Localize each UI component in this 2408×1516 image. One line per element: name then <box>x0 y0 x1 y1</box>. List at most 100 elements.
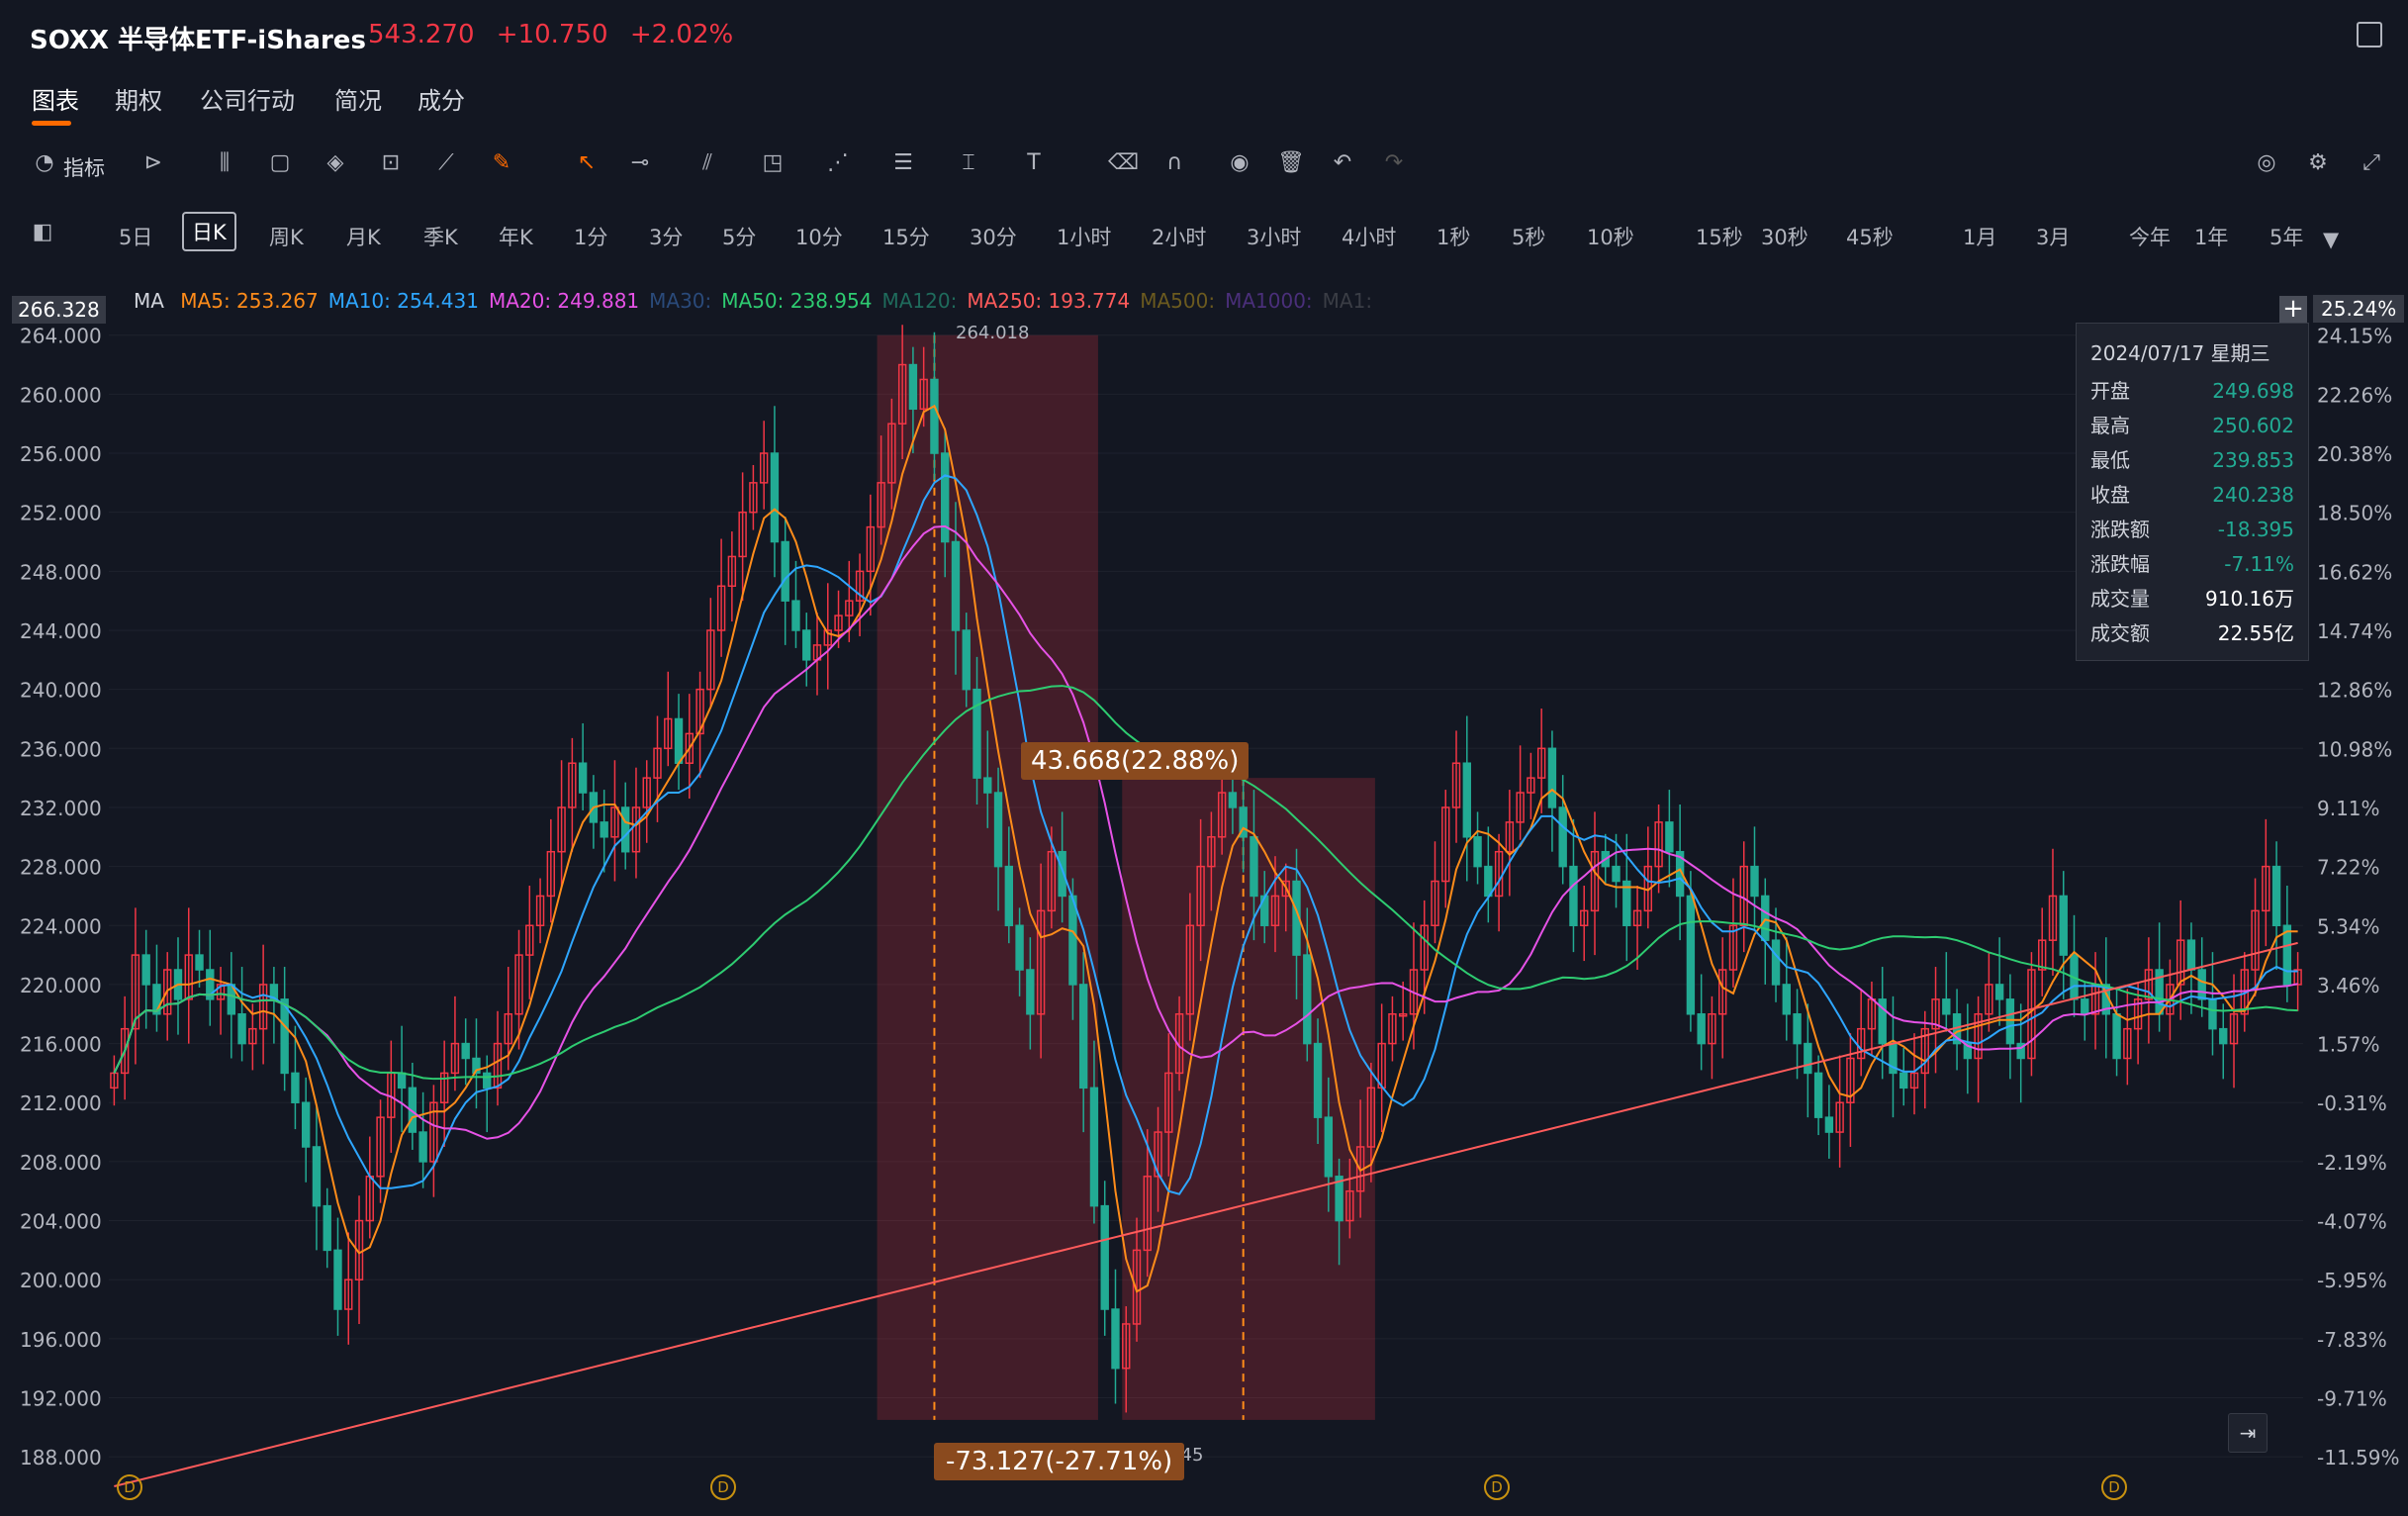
replay-icon[interactable]: ⊳ <box>139 148 168 178</box>
info-value: 22.55亿 <box>2217 621 2294 645</box>
tab-profile[interactable]: 简况 <box>334 81 382 116</box>
indicator-label[interactable]: 指标 <box>63 152 105 182</box>
magnet-icon[interactable]: ∩ <box>1159 148 1189 178</box>
fullscreen-icon[interactable]: ⤢ <box>2357 148 2386 178</box>
ma-legend-item[interactable]: MA120: <box>881 289 957 313</box>
period-20[interactable]: 30秒 <box>1761 222 1808 251</box>
sidebar-toggle-icon[interactable]: ◧ <box>28 218 57 247</box>
ma-legend-item[interactable]: MA10: 254.431 <box>328 289 479 313</box>
period-more-caret-icon[interactable]: ▼ <box>2323 228 2339 251</box>
info-row: 开盘 249.698 <box>2090 374 2294 409</box>
period-10[interactable]: 15分 <box>882 222 930 251</box>
eraser-icon[interactable]: ⌫ <box>1108 148 1139 178</box>
period-12[interactable]: 1小时 <box>1057 222 1111 251</box>
gear-icon[interactable]: ⚙ <box>2303 148 2333 178</box>
chart-type-icon[interactable]: ⟋ <box>431 148 461 178</box>
ma-legend-item[interactable]: MA30: <box>649 289 711 313</box>
ma-legend-item[interactable]: MA1: <box>1323 289 1372 313</box>
measure-down-label[interactable]: -73.127(-27.71%) <box>934 1443 1185 1480</box>
fib-tool-icon[interactable]: ☰ <box>888 148 918 178</box>
candle-body <box>1026 969 1035 1015</box>
candle-body <box>983 777 992 794</box>
period-9[interactable]: 10分 <box>795 222 843 251</box>
drawing-toolbar: ◔ 指标 ⊳ ⫼ ▢ ◈ ⊡ ⟋ ✎ ↖ ⊸ ⫽ ◳ ⋰ ☰ ⌶ T ⌫ ∩ ◉… <box>0 139 2408 190</box>
period-16[interactable]: 1秒 <box>1436 222 1470 251</box>
candle-body <box>908 363 918 411</box>
period-15[interactable]: 4小时 <box>1342 222 1396 251</box>
ma-legend-item[interactable]: MA20: 249.881 <box>489 289 639 313</box>
candle-type-icon[interactable]: ⫼ <box>210 148 239 178</box>
period-6[interactable]: 1分 <box>574 222 607 251</box>
undo-icon[interactable]: ↶ <box>1328 148 1357 178</box>
shape-tool-icon[interactable]: ◳ <box>758 148 787 178</box>
period-17[interactable]: 5秒 <box>1512 222 1545 251</box>
camera-icon[interactable]: ◎ <box>2252 148 2281 178</box>
chart-area[interactable]: 264.000 24.15% 260.000 22.26% 256.000 20.38% 2… <box>0 269 2408 1516</box>
period-23[interactable]: 3月 <box>2036 222 2070 251</box>
period-0[interactable]: 5日 <box>119 222 152 251</box>
period-18[interactable]: 10秒 <box>1587 222 1634 251</box>
dividend-marker[interactable]: D <box>710 1474 736 1500</box>
text-tool-icon[interactable]: T <box>1019 148 1049 178</box>
brush-tool-icon[interactable]: ⫽ <box>693 148 722 178</box>
period-8[interactable]: 5分 <box>722 222 756 251</box>
period-14[interactable]: 3小时 <box>1247 222 1301 251</box>
add-alert-button[interactable]: + <box>2279 296 2307 324</box>
measure-tool-icon[interactable]: ⌶ <box>954 148 983 178</box>
ma-legend-item[interactable]: MA5: 253.267 <box>180 289 318 313</box>
compare-icon[interactable]: ⊡ <box>376 148 406 178</box>
crosshair-pct-label: 25.24% <box>2313 295 2405 323</box>
pct-tick-label: 5.34% <box>2317 914 2380 938</box>
cursor-icon[interactable]: ↖ <box>572 148 602 178</box>
ohlc-info-panel: 2024/07/17 星期三 开盘 249.698 最高 250.602 最低 239.8… <box>2076 323 2309 661</box>
pattern-tool-icon[interactable]: ⋰ <box>823 148 853 178</box>
line-tool-icon[interactable]: ⊸ <box>625 148 655 178</box>
ma-legend-item[interactable]: MA250: 193.774 <box>967 289 1130 313</box>
dividend-marker[interactable]: D <box>117 1474 142 1500</box>
ma-legend-item[interactable]: MA500: <box>1140 289 1215 313</box>
indicator-icon[interactable]: ◔ <box>30 148 59 178</box>
ma-legend-item[interactable]: MA50: 238.954 <box>721 289 872 313</box>
redo-icon[interactable]: ↷ <box>1379 148 1409 178</box>
info-label: 成交额 <box>2090 621 2150 645</box>
period-25[interactable]: 1年 <box>2194 222 2228 251</box>
candle-body <box>993 792 1003 868</box>
period-19[interactable]: 15秒 <box>1696 222 1743 251</box>
info-label: 最低 <box>2090 448 2130 472</box>
period-11[interactable]: 30分 <box>970 222 1017 251</box>
tab-chart[interactable]: 图表 <box>32 81 79 116</box>
measure-up-label[interactable]: 43.668(22.88%) <box>1021 742 1250 780</box>
period-2[interactable]: 周K <box>269 222 304 251</box>
period-5[interactable]: 年K <box>499 222 533 251</box>
period-13[interactable]: 2小时 <box>1152 222 1206 251</box>
pct-tick-label: -7.83% <box>2317 1328 2387 1352</box>
info-label: 成交量 <box>2090 587 2150 611</box>
ma-legend-title[interactable]: MA <box>134 289 164 313</box>
period-3[interactable]: 月K <box>346 222 381 251</box>
trash-icon[interactable]: 🗑 <box>1276 148 1306 178</box>
candle-body <box>2112 1013 2121 1060</box>
dividend-marker[interactable]: D <box>1484 1474 1510 1500</box>
ma-legend-item[interactable]: MA1000: <box>1225 289 1313 313</box>
period-1[interactable]: 日K <box>182 212 236 251</box>
period-22[interactable]: 1月 <box>1963 222 1996 251</box>
period-21[interactable]: 45秒 <box>1846 222 1894 251</box>
layers-icon[interactable]: ◈ <box>321 148 350 178</box>
info-label: 涨跌额 <box>2090 518 2150 541</box>
tab-options[interactable]: 期权 <box>115 81 162 116</box>
pencil-icon[interactable]: ✎ <box>487 148 516 178</box>
eye-icon[interactable]: ◉ <box>1225 148 1254 178</box>
rectangle-icon[interactable]: ▢ <box>265 148 295 178</box>
period-7[interactable]: 3分 <box>649 222 683 251</box>
exit-fullscreen-icon[interactable] <box>2357 22 2382 47</box>
candle-body <box>1804 1042 1812 1075</box>
dividend-marker[interactable]: D <box>2101 1474 2127 1500</box>
period-24[interactable]: 今年 <box>2129 222 2171 251</box>
period-4[interactable]: 季K <box>423 222 458 251</box>
tab-corporate-actions[interactable]: 公司行动 <box>200 81 295 116</box>
period-26[interactable]: 5年 <box>2269 222 2303 251</box>
scroll-to-latest-button[interactable]: ⇥ <box>2228 1413 2268 1453</box>
candlestick-chart[interactable]: 264.000 24.15% 260.000 22.26% 256.000 20.38% 2… <box>0 269 2408 1516</box>
candle-body <box>397 1072 407 1090</box>
tab-holdings[interactable]: 成分 <box>417 81 465 116</box>
